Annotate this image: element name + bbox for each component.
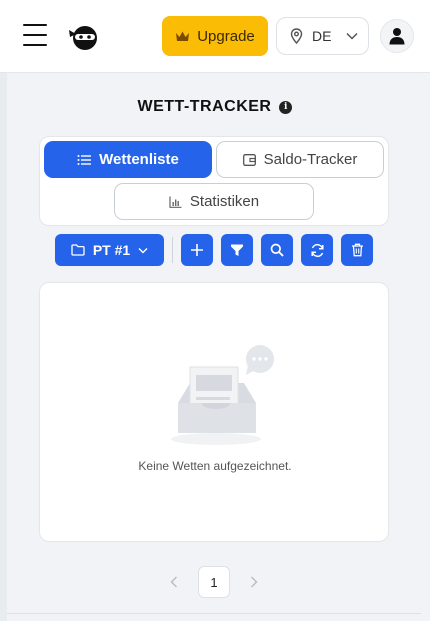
trash-icon [351,243,363,257]
folder-icon [71,244,85,256]
empty-inbox-icon [171,345,274,445]
delete-button[interactable] [341,234,373,266]
portfolio-dropdown[interactable]: PT #1 [55,234,164,266]
language-selector[interactable]: DE [276,17,369,55]
bet-list-empty-state: Keine Wetten aufgezeichnet. [39,282,389,542]
footer-divider [7,613,421,614]
language-code: DE [312,28,332,44]
next-page-button[interactable] [238,566,270,598]
bar-chart-icon [169,196,182,208]
tab-label: Statistiken [189,193,260,210]
sidebar-edge [0,73,7,621]
toolbar-divider [172,237,173,263]
chevron-left-icon [170,576,177,588]
hamburger-menu-icon[interactable] [23,24,47,48]
user-icon [389,28,405,45]
page-number-current[interactable]: 1 [198,566,230,598]
bet-toolbar: PT #1 [0,234,430,266]
tab-wettenliste[interactable]: Wettenliste [44,141,212,178]
portfolio-label: PT #1 [92,242,131,258]
pagination: 1 [0,566,430,598]
chevron-right-icon [251,576,258,588]
chevron-down-icon [138,247,148,253]
upgrade-button[interactable]: Upgrade [162,16,268,56]
view-tabs: Wettenliste Saldo-Tracker Statistiken [39,136,389,226]
tab-saldo-tracker[interactable]: Saldo-Tracker [216,141,384,178]
crown-icon [176,31,190,41]
chevron-down-icon [346,32,358,40]
tab-statistiken[interactable]: Statistiken [114,183,314,220]
empty-state-message: Keine Wetten aufgezeichnet. [138,459,292,473]
tab-label: Wettenliste [99,151,179,168]
search-button[interactable] [261,234,293,266]
filter-button[interactable] [221,234,253,266]
upgrade-label: Upgrade [197,27,255,45]
previous-page-button[interactable] [158,566,190,598]
user-profile-button[interactable] [380,19,414,53]
add-bet-button[interactable] [181,234,213,266]
refresh-icon [310,243,324,257]
location-pin-icon [290,28,303,44]
info-icon[interactable]: i [279,100,293,114]
wallet-icon [242,153,256,166]
plus-icon [191,244,203,256]
page-title: WETT-TRACKER i [0,98,430,116]
list-icon [77,154,92,165]
search-icon [270,243,284,257]
tab-label: Saldo-Tracker [263,151,358,168]
filter-icon [231,244,243,256]
top-header: Upgrade DE [0,0,430,73]
ninja-logo-icon[interactable] [67,24,99,52]
refresh-button[interactable] [301,234,333,266]
page-title-text: WETT-TRACKER [137,98,272,115]
